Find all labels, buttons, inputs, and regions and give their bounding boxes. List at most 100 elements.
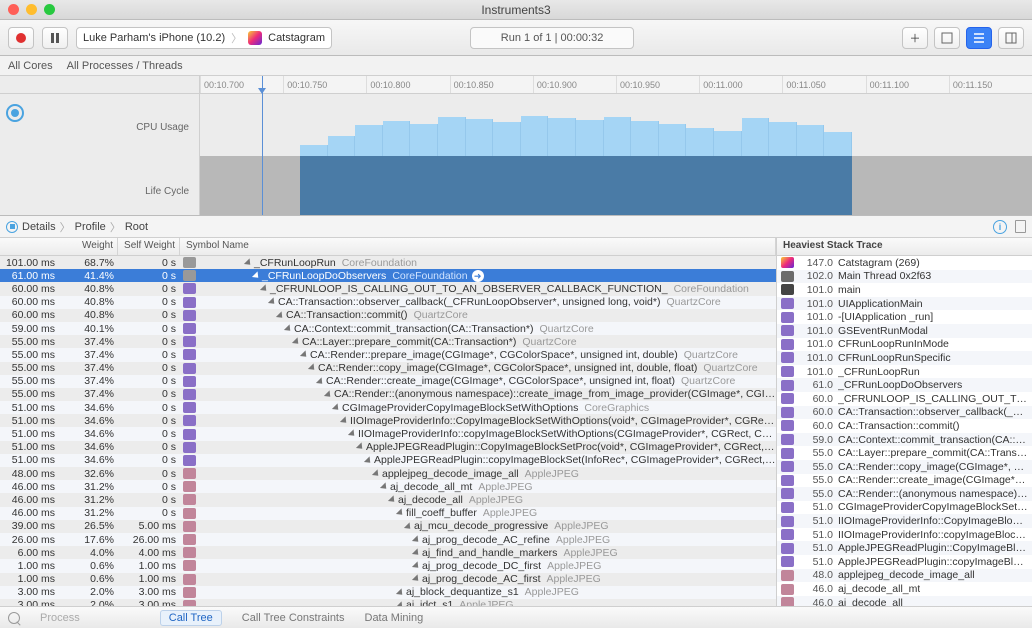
detail-type-icon[interactable] <box>6 221 18 233</box>
table-row[interactable]: 60.00 ms40.8%0 s_CFRUNLOOP_IS_CALLING_OU… <box>0 282 776 295</box>
stack-trace-row[interactable]: 101.0GSEventRunModal <box>777 324 1032 338</box>
frame-icon <box>781 339 794 350</box>
window-title: Instruments3 <box>0 3 1032 17</box>
view-mode-button[interactable] <box>966 27 992 49</box>
stack-trace-row[interactable]: 101.0_CFRunLoopRun <box>777 365 1032 379</box>
table-row[interactable]: 55.00 ms37.4%0 sCA::Render::create_image… <box>0 375 776 388</box>
table-row[interactable]: 46.00 ms31.2%0 saj_decode_allAppleJPEG <box>0 493 776 506</box>
table-row[interactable]: 55.00 ms37.4%0 sCA::Render::copy_image(C… <box>0 362 776 375</box>
strategy-button[interactable] <box>934 27 960 49</box>
stack-trace-row[interactable]: 59.0CA::Context::commit_transaction(CA::… <box>777 433 1032 447</box>
table-row[interactable]: 51.00 ms34.6%0 sAppleJPEGReadPlugin::Cop… <box>0 441 776 454</box>
frame-icon <box>781 570 794 581</box>
table-row[interactable]: 46.00 ms31.2%0 saj_decode_all_mtAppleJPE… <box>0 480 776 493</box>
bb-constraints[interactable]: Call Tree Constraints <box>242 612 345 624</box>
table-row[interactable]: 3.00 ms2.0%3.00 msaj_idct_s1AppleJPEG <box>0 599 776 606</box>
stack-trace-row[interactable]: 101.0CFRunLoopRunInMode <box>777 338 1032 352</box>
frame-icon <box>183 310 196 321</box>
table-row[interactable]: 1.00 ms0.6%1.00 msaj_prog_decode_DC_firs… <box>0 559 776 572</box>
breadcrumb-profile[interactable]: Profile <box>75 221 106 233</box>
toolbar: Luke Parham's iPhone (10.2) 〉 Catstagram… <box>0 20 1032 56</box>
table-row[interactable]: 59.00 ms40.1%0 sCA::Context::commit_tran… <box>0 322 776 335</box>
stack-trace-row[interactable]: 51.0AppleJPEGReadPlugin::CopyImageBlockS… <box>777 541 1032 555</box>
breadcrumb-root[interactable]: Root <box>125 221 148 233</box>
stack-trace-row[interactable]: 55.0CA::Render::(anonymous namespace)::c… <box>777 487 1032 501</box>
ruler-tick: 00:11.000 <box>699 76 782 93</box>
frame-icon <box>183 349 196 360</box>
stack-trace-row[interactable]: 101.0-[UIApplication _run] <box>777 310 1032 324</box>
bb-call-tree[interactable]: Call Tree <box>160 610 222 626</box>
frame-icon <box>781 393 794 404</box>
pause-button[interactable] <box>42 27 68 49</box>
table-row[interactable]: 55.00 ms37.4%0 sCA::Render::(anonymous n… <box>0 388 776 401</box>
stack-trace-row[interactable]: 48.0applejpeg_decode_image_all <box>777 569 1032 583</box>
col-self-weight[interactable]: Self Weight <box>118 238 180 255</box>
frame-icon <box>183 389 196 400</box>
table-row[interactable]: 51.00 ms34.6%0 sIIOImageProviderInfo::co… <box>0 427 776 440</box>
app-label: Catstagram <box>268 32 325 44</box>
run-status: Run 1 of 1 | 00:00:32 <box>470 27 635 49</box>
stack-trace-row[interactable]: 51.0AppleJPEGReadPlugin::copyImageBlockS… <box>777 555 1032 569</box>
timeline[interactable]: CPU Usage Life Cycle 00:10.70000:10.7500… <box>0 76 1032 216</box>
life-cycle-track[interactable] <box>200 156 1032 215</box>
stack-trace-row[interactable]: 60.0_CFRUNLOOP_IS_CALLING_OUT_TO_AN_O… <box>777 392 1032 406</box>
stack-trace-row[interactable]: 51.0IIOImageProviderInfo::CopyImageBlock… <box>777 514 1032 528</box>
stack-trace-row[interactable]: 102.0Main Thread 0x2f63 <box>777 270 1032 284</box>
stack-trace-row[interactable]: 60.0CA::Transaction::observer_callback(_… <box>777 406 1032 420</box>
col-weight[interactable]: Weight <box>0 238 118 255</box>
table-row[interactable]: 51.00 ms34.6%0 sIIOImageProviderInfo::Co… <box>0 414 776 427</box>
filter-icon[interactable] <box>8 612 20 624</box>
table-row[interactable]: 6.00 ms4.0%4.00 msaj_find_and_handle_mar… <box>0 546 776 559</box>
frame-icon <box>183 297 196 308</box>
table-row[interactable]: 101.00 ms68.7%0 s_CFRunLoopRunCoreFounda… <box>0 256 776 269</box>
stack-trace-row[interactable]: 61.0_CFRunLoopDoObservers <box>777 378 1032 392</box>
stack-trace-row[interactable]: 55.0CA::Layer::prepare_commit(CA::Transa… <box>777 446 1032 460</box>
cpu-track[interactable] <box>200 94 1032 156</box>
col-symbol[interactable]: Symbol Name <box>180 238 776 255</box>
info-icon[interactable]: i <box>993 220 1007 234</box>
column-headers[interactable]: Weight Self Weight Symbol Name <box>0 238 776 256</box>
table-row[interactable]: 60.00 ms40.8%0 sCA::Transaction::observe… <box>0 296 776 309</box>
inspector-button[interactable] <box>998 27 1024 49</box>
bb-data-mining[interactable]: Data Mining <box>365 612 424 624</box>
table-row[interactable]: 60.00 ms40.8%0 sCA::Transaction::commit(… <box>0 309 776 322</box>
table-row[interactable]: 1.00 ms0.6%1.00 msaj_prog_decode_AC_firs… <box>0 573 776 586</box>
table-row[interactable]: 46.00 ms31.2%0 sfill_coeff_bufferAppleJP… <box>0 507 776 520</box>
app-icon <box>248 31 262 45</box>
stack-trace-row[interactable]: 147.0Catstagram (269) <box>777 256 1032 270</box>
stack-trace-row[interactable]: 55.0CA::Render::create_image(CGImage*, C… <box>777 474 1032 488</box>
table-row[interactable]: 51.00 ms34.6%0 sAppleJPEGReadPlugin::cop… <box>0 454 776 467</box>
table-row[interactable]: 3.00 ms2.0%3.00 msaj_block_dequantize_s1… <box>0 586 776 599</box>
frame-icon <box>781 556 794 567</box>
table-row[interactable]: 51.00 ms34.6%0 sCGImageProviderCopyImage… <box>0 401 776 414</box>
table-row[interactable]: 61.00 ms41.4%0 s_CFRunLoopDoObserversCor… <box>0 269 776 282</box>
frame-icon <box>781 312 794 323</box>
add-button[interactable]: ＋ <box>902 27 928 49</box>
focus-button[interactable]: ➜ <box>472 270 484 282</box>
table-row[interactable]: 26.00 ms17.6%26.00 msaj_prog_decode_AC_r… <box>0 533 776 546</box>
breadcrumb-details[interactable]: Details <box>22 221 56 233</box>
stack-trace-row[interactable]: 46.0aj_decode_all <box>777 596 1032 606</box>
target-selector[interactable]: Luke Parham's iPhone (10.2) 〉 Catstagram <box>76 27 332 49</box>
stack-trace-row[interactable]: 101.0main <box>777 283 1032 297</box>
process-filter[interactable]: Process <box>40 612 80 624</box>
stack-trace-row[interactable]: 101.0UIApplicationMain <box>777 297 1032 311</box>
instrument-icon[interactable] <box>6 104 24 122</box>
record-button[interactable] <box>8 27 34 49</box>
processes-filter[interactable]: All Processes / Threads <box>67 60 183 72</box>
time-ruler[interactable]: 00:10.70000:10.75000:10.80000:10.85000:1… <box>200 76 1032 94</box>
playhead[interactable] <box>262 76 263 215</box>
stack-trace-row[interactable]: 51.0CGImageProviderCopyImageBlockSetWith… <box>777 501 1032 515</box>
stack-trace-row[interactable]: 51.0IIOImageProviderInfo::copyImageBlock… <box>777 528 1032 542</box>
table-row[interactable]: 48.00 ms32.6%0 sapplejpeg_decode_image_a… <box>0 467 776 480</box>
stack-trace-row[interactable]: 55.0CA::Render::copy_image(CGImage*, CGC… <box>777 460 1032 474</box>
table-row[interactable]: 55.00 ms37.4%0 sCA::Render::prepare_imag… <box>0 348 776 361</box>
cores-filter[interactable]: All Cores <box>8 60 53 72</box>
frame-icon <box>183 560 196 571</box>
stack-trace-row[interactable]: 101.0CFRunLoopRunSpecific <box>777 351 1032 365</box>
table-row[interactable]: 55.00 ms37.4%0 sCA::Layer::prepare_commi… <box>0 335 776 348</box>
stack-trace-row[interactable]: 60.0CA::Transaction::commit() <box>777 419 1032 433</box>
stack-trace-row[interactable]: 46.0aj_decode_all_mt <box>777 582 1032 596</box>
doc-icon[interactable] <box>1015 220 1026 233</box>
table-row[interactable]: 39.00 ms26.5%5.00 msaj_mcu_decode_progre… <box>0 520 776 533</box>
